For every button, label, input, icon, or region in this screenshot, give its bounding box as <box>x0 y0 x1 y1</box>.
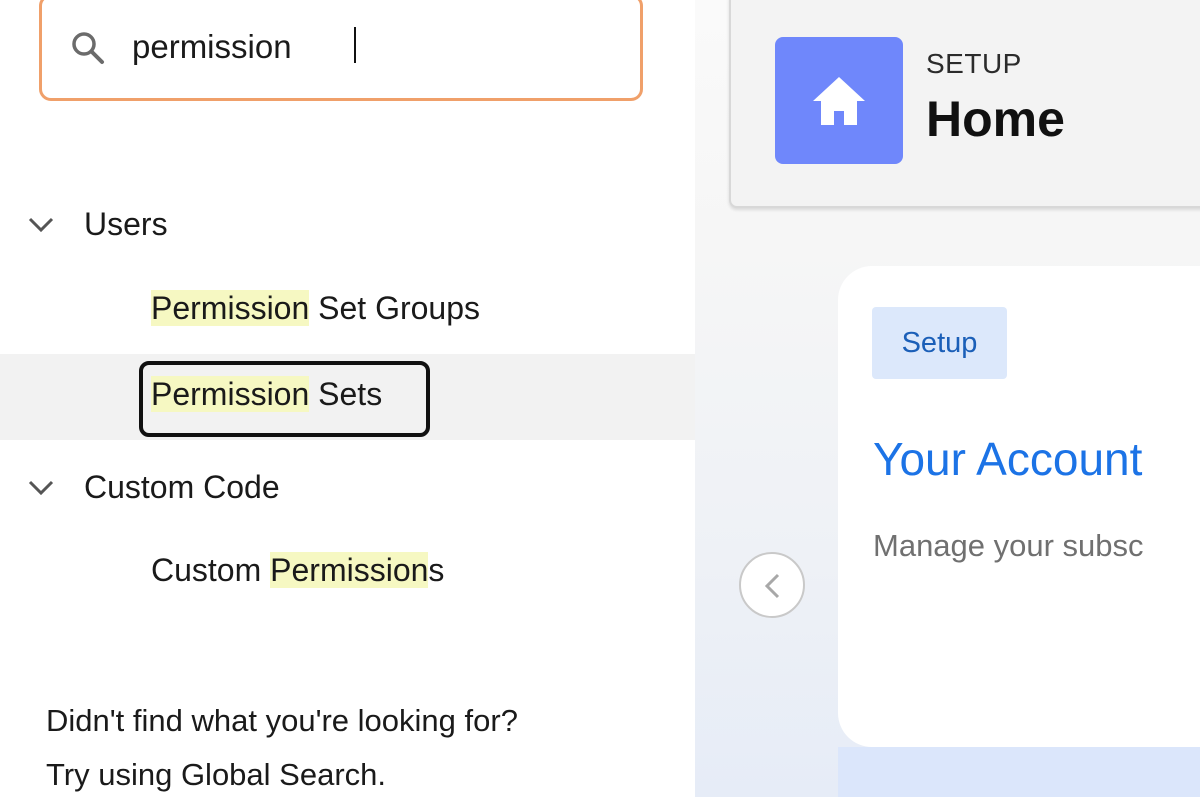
group-custom-code[interactable]: Custom Code <box>0 457 695 517</box>
group-label: Users <box>84 205 168 242</box>
help-text-line-2: Try using Global Search. <box>46 757 387 792</box>
group-label: Custom Code <box>84 468 280 505</box>
setup-screen: Users Permission Set Groups Permission S… <box>0 0 1200 797</box>
card-footer-strip <box>838 747 1200 797</box>
match-highlight: Permission <box>151 376 310 412</box>
home-icon <box>813 77 865 125</box>
result-custom-permissions[interactable]: Custom Permissions <box>0 530 695 616</box>
carousel-previous-button[interactable] <box>739 552 805 618</box>
setup-badge: Setup <box>872 307 1007 379</box>
setup-home-area: SETUP Home Setup Your Account Manage you… <box>695 0 1200 797</box>
result-label: Permission Sets <box>151 376 383 412</box>
match-highlight: Permission <box>270 552 429 588</box>
quick-find-panel: Users Permission Set Groups Permission S… <box>0 0 695 797</box>
result-label: Permission Set Groups <box>151 290 481 326</box>
quick-find-search-box[interactable] <box>39 0 643 101</box>
quick-find-input[interactable] <box>132 23 612 71</box>
account-card: Setup Your Account Manage your subsc <box>838 266 1200 747</box>
match-highlight: Permission <box>151 290 310 326</box>
result-label: Custom Permissions <box>151 552 445 588</box>
result-permission-set-groups[interactable]: Permission Set Groups <box>0 268 695 354</box>
chevron-down-icon <box>28 480 54 496</box>
result-permission-sets[interactable]: Permission Sets <box>0 354 695 440</box>
chevron-down-icon <box>28 217 54 233</box>
chevron-left-icon <box>764 573 780 599</box>
home-tile <box>775 37 903 164</box>
text-caret <box>354 27 356 63</box>
page-header: SETUP Home <box>729 0 1200 208</box>
help-text-line-1: Didn't find what you're looking for? <box>46 703 518 738</box>
page-eyebrow: SETUP <box>926 48 1022 79</box>
page-title: Home <box>926 91 1065 147</box>
group-users[interactable]: Users <box>0 194 695 254</box>
search-icon <box>72 32 104 64</box>
card-title[interactable]: Your Account <box>873 432 1142 486</box>
card-description: Manage your subsc <box>873 528 1144 563</box>
